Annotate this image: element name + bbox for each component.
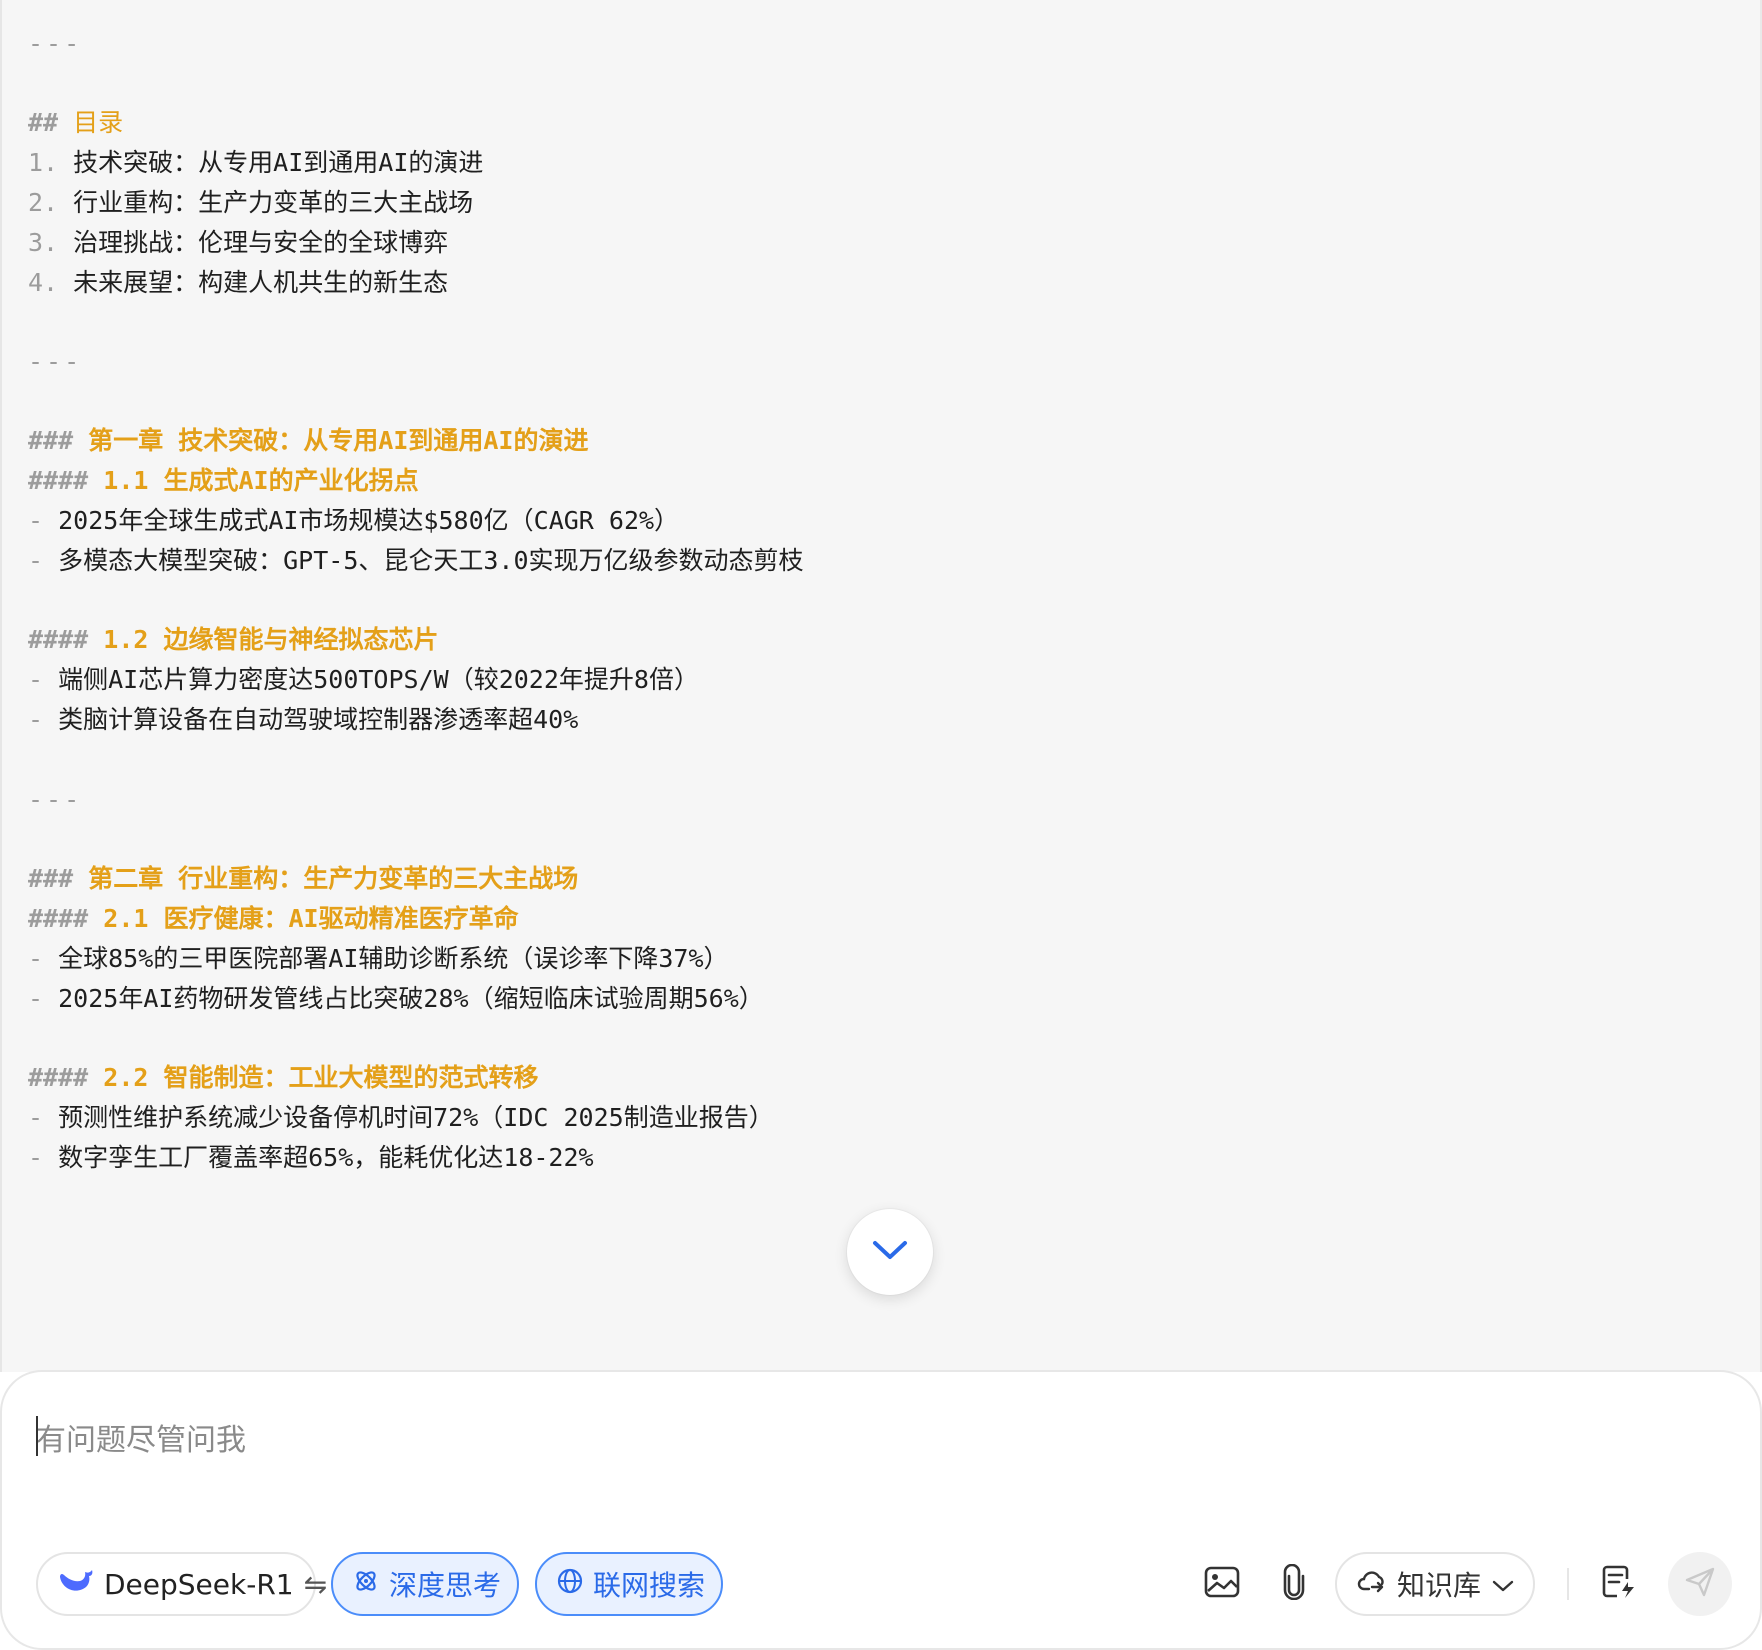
bullet-text: 数字孪生工厂覆盖率超65%，能耗优化达18-22%	[58, 1143, 594, 1172]
bullet-dash: -	[28, 1143, 44, 1172]
knowledge-base-label: 知识库	[1397, 1569, 1482, 1602]
heading-text: 第一章 技术突破：从专用AI到通用AI的演进	[88, 426, 589, 455]
model-selector-button[interactable]: DeepSeek-R1 ⇋	[36, 1552, 327, 1616]
heading-marker: ##	[28, 108, 59, 137]
toc-item: 1. 技术突破：从专用AI到通用AI的演进	[28, 141, 483, 185]
bullet-item: - 预测性维护系统减少设备停机时间72%（IDC 2025制造业报告）	[28, 1096, 774, 1140]
section-heading: #### 2.2 智能制造：工业大模型的范式转移	[28, 1056, 539, 1100]
chevron-down-icon	[871, 1238, 909, 1267]
bullet-dash: -	[28, 944, 44, 973]
bullet-text: 预测性维护系统减少设备停机时间72%（IDC 2025制造业报告）	[58, 1103, 774, 1132]
section-heading: #### 2.1 医疗健康：AI驱动精准医疗革命	[28, 897, 519, 941]
heading-text: 目录	[73, 108, 124, 137]
image-icon	[1204, 1566, 1240, 1603]
cloud-link-icon	[1357, 1568, 1387, 1601]
quick-note-icon	[1601, 1565, 1637, 1604]
web-search-button[interactable]: 联网搜索	[535, 1552, 723, 1616]
deep-think-button[interactable]: 深度思考	[331, 1552, 519, 1616]
bullet-dash: -	[28, 546, 44, 575]
heading-marker: ####	[28, 904, 89, 933]
heading-marker: ####	[28, 466, 89, 495]
bullet-text: 2025年AI药物研发管线占比突破28%（缩短临床试验周期56%）	[58, 984, 764, 1013]
quick-note-button[interactable]	[1593, 1558, 1645, 1610]
horizontal-rule: ---	[28, 29, 83, 58]
scroll-down-button[interactable]	[847, 1209, 933, 1295]
deepseek-whale-icon	[58, 1567, 94, 1602]
bullet-dash: -	[28, 1103, 44, 1132]
bullet-text: 类脑计算设备在自动驾驶域控制器渗透率超40%	[58, 705, 579, 734]
image-upload-button[interactable]	[1196, 1558, 1248, 1610]
heading-text: 2.1 医疗健康：AI驱动精准医疗革命	[103, 904, 519, 933]
knowledge-base-button[interactable]: 知识库	[1335, 1552, 1535, 1616]
heading-marker: ####	[28, 1063, 89, 1092]
bullet-text: 全球85%的三甲医院部署AI辅助诊断系统（误诊率下降37%）	[58, 944, 729, 973]
chapter-heading: ### 第二章 行业重构：生产力变革的三大主战场	[28, 857, 578, 901]
atom-icon	[353, 1568, 379, 1601]
section-heading: #### 1.2 边缘智能与神经拟态芯片	[28, 618, 439, 662]
paperclip-icon	[1280, 1563, 1308, 1605]
bullet-item: - 数字孪生工厂覆盖率超65%，能耗优化达18-22%	[28, 1136, 594, 1180]
bullet-dash: -	[28, 506, 44, 535]
globe-icon	[557, 1568, 583, 1601]
chevron-down-icon	[1491, 1568, 1515, 1601]
bullet-item: - 类脑计算设备在自动驾驶域控制器渗透率超40%	[28, 698, 578, 742]
bullet-text: 2025年全球生成式AI市场规模达$580亿（CAGR 62%）	[58, 506, 680, 535]
web-search-label: 联网搜索	[593, 1569, 706, 1602]
bullet-item: - 2025年AI药物研发管线占比突破28%（缩短临床试验周期56%）	[28, 977, 764, 1021]
heading-text: 2.2 智能制造：工业大模型的范式转移	[103, 1063, 539, 1092]
prompt-input[interactable]	[36, 1410, 1676, 1470]
toc-item: 4. 未来展望：构建人机共生的新生态	[28, 261, 448, 305]
list-text: 治理挑战：伦理与安全的全球博弈	[73, 228, 449, 257]
bullet-item: - 2025年全球生成式AI市场规模达$580亿（CAGR 62%）	[28, 499, 679, 543]
bullet-text: 多模态大模型突破：GPT-5、昆仑天工3.0实现万亿级参数动态剪枝	[58, 546, 804, 575]
heading-text: 1.2 边缘智能与神经拟态芯片	[103, 625, 439, 654]
send-button[interactable]	[1668, 1552, 1732, 1616]
chat-composer: DeepSeek-R1 ⇋ 深度思考 联	[0, 1370, 1762, 1650]
chapter-heading: ### 第一章 技术突破：从专用AI到通用AI的演进	[28, 419, 588, 463]
heading-marker: ###	[28, 864, 74, 893]
bullet-dash: -	[28, 665, 44, 694]
toc-heading: ## 目录	[28, 101, 123, 145]
bullet-dash: -	[28, 705, 44, 734]
model-label: DeepSeek-R1	[104, 1567, 294, 1601]
horizontal-rule: ---	[28, 347, 83, 376]
toolbar-divider	[1567, 1568, 1569, 1600]
list-number: 2.	[28, 188, 59, 217]
deep-think-label: 深度思考	[389, 1569, 502, 1602]
heading-text: 第二章 行业重构：生产力变革的三大主战场	[88, 864, 579, 893]
bullet-item: - 多模态大模型突破：GPT-5、昆仑天工3.0实现万亿级参数动态剪枝	[28, 539, 804, 583]
send-icon	[1684, 1566, 1716, 1603]
section-heading: #### 1.1 生成式AI的产业化拐点	[28, 459, 419, 503]
bullet-dash: -	[28, 984, 44, 1013]
page: --- ## 目录 1. 技术突破：从专用AI到通用AI的演进 2. 行业重构：…	[0, 0, 1762, 1650]
text-caret	[36, 1416, 38, 1456]
bullet-item: - 全球85%的三甲医院部署AI辅助诊断系统（误诊率下降37%）	[28, 937, 729, 981]
bullet-text: 端侧AI芯片算力密度达500TOPS/W（较2022年提升8倍）	[58, 665, 699, 694]
heading-marker: ###	[28, 426, 74, 455]
toc-item: 2. 行业重构：生产力变革的三大主战场	[28, 181, 473, 225]
toc-item: 3. 治理挑战：伦理与安全的全球博弈	[28, 221, 448, 265]
list-number: 4.	[28, 268, 59, 297]
heading-marker: ####	[28, 625, 89, 654]
list-number: 3.	[28, 228, 59, 257]
list-text: 未来展望：构建人机共生的新生态	[73, 268, 449, 297]
horizontal-rule: ---	[28, 785, 83, 814]
list-text: 技术突破：从专用AI到通用AI的演进	[73, 148, 484, 177]
markdown-content: --- ## 目录 1. 技术突破：从专用AI到通用AI的演进 2. 行业重构：…	[0, 0, 1762, 1372]
heading-text: 1.1 生成式AI的产业化拐点	[103, 466, 419, 495]
attach-file-button[interactable]	[1268, 1558, 1320, 1610]
swap-icon: ⇋	[303, 1567, 328, 1601]
bullet-item: - 端侧AI芯片算力密度达500TOPS/W（较2022年提升8倍）	[28, 658, 699, 702]
list-text: 行业重构：生产力变革的三大主战场	[73, 188, 474, 217]
list-number: 1.	[28, 148, 59, 177]
